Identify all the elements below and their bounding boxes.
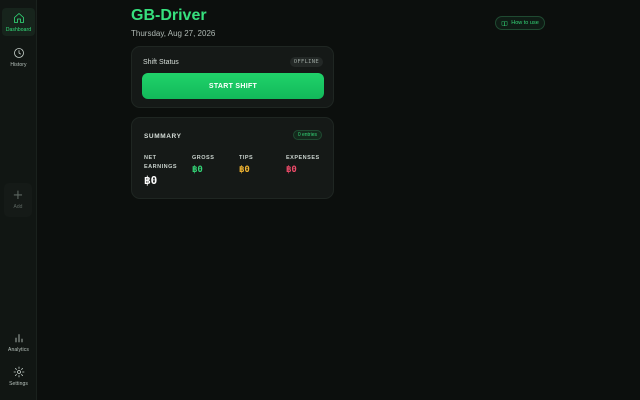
sidebar-item-settings[interactable]: Settings bbox=[0, 366, 37, 387]
metric-label: TIPS bbox=[239, 155, 254, 161]
shift-status-label: Shift Status bbox=[143, 59, 179, 66]
metric-value: ฿0 bbox=[144, 174, 158, 187]
home-icon bbox=[13, 12, 24, 23]
sidebar-item-label: History bbox=[10, 62, 27, 68]
how-to-use-button[interactable]: How to use bbox=[495, 16, 545, 30]
sidebar: Dashboard History + Add Analytics Settin… bbox=[0, 0, 37, 400]
metric-label: NET EARNINGS bbox=[144, 155, 178, 170]
status-badge: OFFLINE bbox=[289, 57, 323, 67]
period-badge[interactable]: 0 entries bbox=[292, 130, 322, 140]
sidebar-item-history[interactable]: History bbox=[0, 47, 37, 68]
metric-net-earnings: NET EARNINGS ฿0 bbox=[144, 154, 184, 187]
book-icon bbox=[501, 20, 508, 26]
start-shift-button[interactable]: START SHIFT bbox=[142, 73, 324, 99]
metric-gross: GROSS ฿0 bbox=[192, 154, 214, 175]
clock-icon bbox=[13, 48, 24, 58]
plus-icon: + bbox=[12, 188, 24, 203]
how-to-use-label: How to use bbox=[511, 20, 539, 26]
metric-label: GROSS bbox=[192, 155, 215, 161]
metric-expenses: EXPENSES ฿0 bbox=[286, 154, 320, 175]
metric-value: ฿0 bbox=[192, 165, 203, 175]
sidebar-item-label: Dashboard bbox=[5, 26, 32, 33]
metric-tips: TIPS ฿0 bbox=[239, 154, 253, 175]
add-button[interactable]: + Add bbox=[4, 183, 32, 217]
date-label: Thursday, Aug 27, 2026 bbox=[131, 29, 216, 38]
gear-icon bbox=[13, 366, 24, 378]
page-title: GB-Driver bbox=[131, 7, 207, 24]
metric-value: ฿0 bbox=[286, 165, 297, 175]
sidebar-item-label: Analytics bbox=[8, 347, 29, 353]
sidebar-item-analytics[interactable]: Analytics bbox=[0, 332, 37, 353]
add-label: Add bbox=[13, 204, 23, 210]
metric-label: EXPENSES bbox=[286, 155, 320, 161]
bar-chart-icon bbox=[15, 334, 22, 343]
sidebar-item-label: Settings bbox=[9, 381, 28, 387]
summary-card: SUMMARY 0 entries NET EARNINGS ฿0 GROSS … bbox=[131, 117, 334, 199]
summary-title: SUMMARY bbox=[144, 133, 182, 140]
sidebar-item-dashboard[interactable]: Dashboard bbox=[2, 8, 35, 36]
metric-value: ฿0 bbox=[239, 165, 250, 175]
shift-status-card: Shift Status OFFLINE START SHIFT bbox=[131, 46, 334, 108]
